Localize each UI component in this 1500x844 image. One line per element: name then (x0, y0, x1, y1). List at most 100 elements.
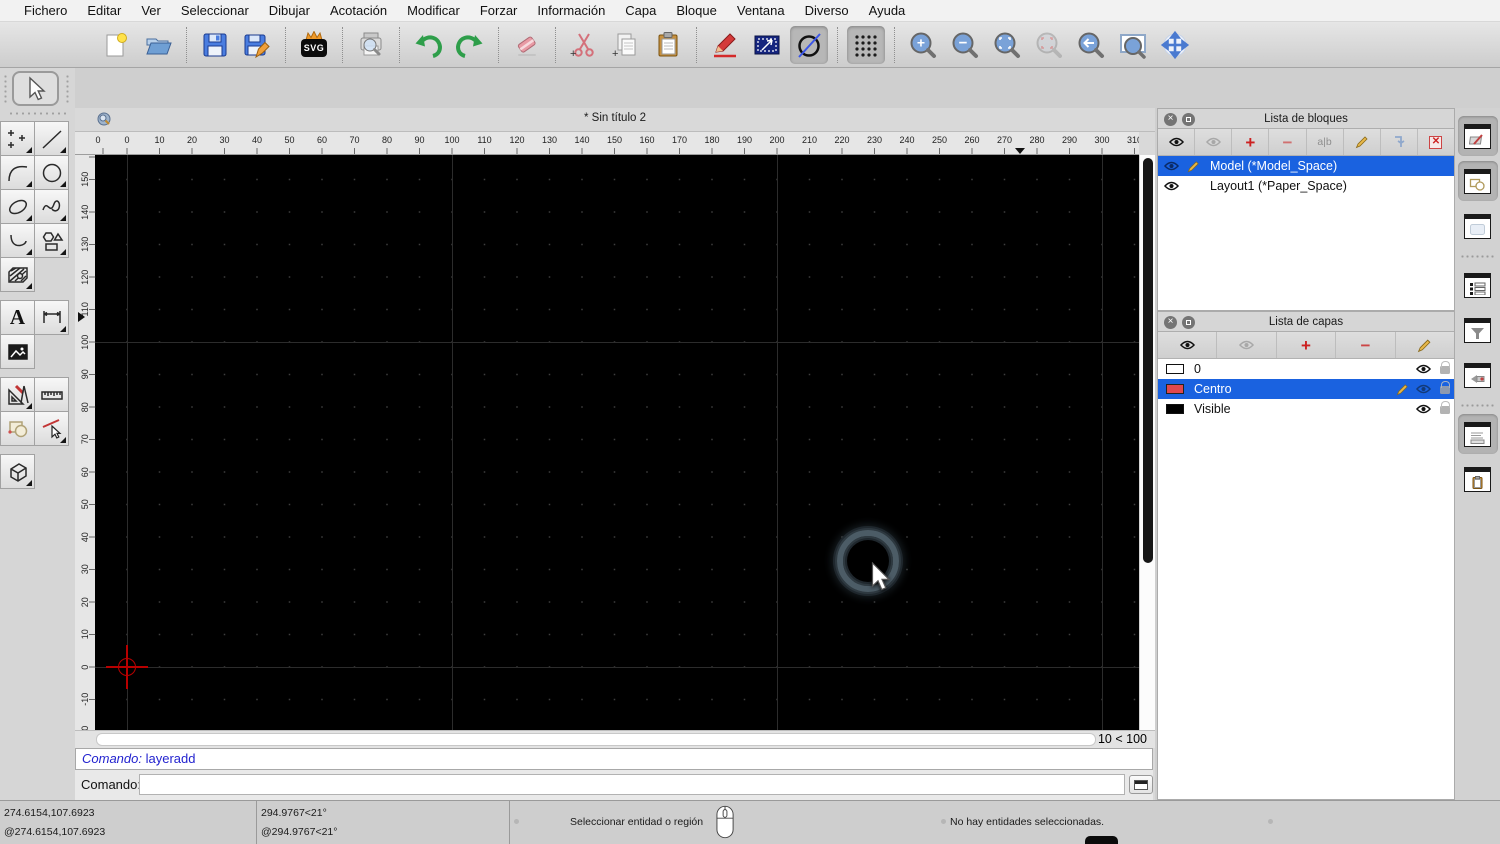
pencil-icon[interactable] (1187, 160, 1200, 173)
redo-button[interactable] (451, 26, 489, 64)
image-tool-button[interactable] (0, 334, 35, 369)
undo-button[interactable] (409, 26, 447, 64)
blank-dock-toggle[interactable] (1458, 206, 1498, 246)
block-row[interactable]: Model (*Model_Space) (1158, 156, 1454, 176)
layer-color-swatch[interactable] (1166, 404, 1184, 414)
spline-tool-button[interactable] (34, 189, 69, 224)
lock-icon[interactable] (1440, 381, 1451, 394)
selection-filter-dock-toggle[interactable] (1458, 310, 1498, 350)
layer-color-swatch[interactable] (1166, 364, 1184, 374)
eye-icon[interactable] (1416, 384, 1431, 394)
select-tool-button[interactable] (12, 71, 59, 106)
drawing-canvas[interactable] (95, 155, 1139, 730)
copy-button[interactable]: + (607, 26, 645, 64)
lock-icon[interactable] (1440, 361, 1451, 374)
new-file-button[interactable] (97, 26, 135, 64)
zoom-auto-button[interactable] (988, 26, 1026, 64)
hide-all-blocks-button[interactable] (1195, 129, 1233, 155)
eye-icon[interactable] (1416, 404, 1431, 414)
save-as-button[interactable] (238, 26, 276, 64)
menu-item[interactable]: Ver (131, 0, 171, 22)
hatch-tool-button[interactable] (0, 257, 35, 292)
order-tool-button[interactable] (0, 411, 35, 446)
measure-tool-button[interactable] (34, 377, 69, 412)
pen-button[interactable] (706, 26, 744, 64)
show-all-layers-button[interactable] (1158, 332, 1218, 358)
horizontal-scrollbar-thumb[interactable] (96, 733, 1096, 746)
clipboard-dock-toggle[interactable] (1458, 459, 1498, 499)
block-list-dock-toggle[interactable] (1457, 116, 1498, 156)
polyline-tool-button[interactable] (0, 223, 35, 258)
vertical-scrollbar-thumb[interactable] (1143, 158, 1153, 563)
command-line-dock-toggle[interactable] (1457, 414, 1498, 454)
lock-icon[interactable] (1440, 401, 1451, 414)
eye-icon[interactable] (1164, 161, 1179, 171)
menu-item[interactable]: Ayuda (859, 0, 916, 22)
pencil-icon[interactable] (1396, 383, 1409, 396)
zoom-window-button[interactable] (1114, 26, 1152, 64)
close-icon[interactable]: × (1164, 112, 1177, 126)
text-tool-button[interactable]: A (0, 300, 35, 335)
line-tool-button[interactable] (34, 121, 69, 156)
save-button[interactable] (196, 26, 234, 64)
close-icon[interactable]: × (1164, 315, 1177, 329)
dimension-tool-button[interactable] (34, 300, 69, 335)
vertical-scrollbar[interactable] (1139, 155, 1155, 730)
layer-color-swatch[interactable] (1166, 384, 1184, 394)
layer-row[interactable]: Visible (1158, 399, 1454, 419)
polygon-tool-button[interactable] (34, 223, 69, 258)
menu-item[interactable]: Editar (77, 0, 131, 22)
eye-icon[interactable] (1416, 364, 1431, 374)
insert-block-button[interactable] (1381, 129, 1418, 155)
cut-button[interactable]: + (565, 26, 603, 64)
zoom-in-button[interactable]: + (904, 26, 942, 64)
menu-item[interactable]: Acotación (320, 0, 397, 22)
remove-layer-button[interactable]: − (1336, 332, 1396, 358)
block-row[interactable]: Layout1 (*Paper_Space) (1158, 176, 1454, 196)
horizontal-scrollbar[interactable]: 10 < 100 (75, 730, 1155, 748)
edit-block-button[interactable] (1344, 129, 1381, 155)
library-browser-dock-toggle[interactable] (1457, 161, 1498, 201)
print-preview-button[interactable] (352, 26, 390, 64)
add-layer-button[interactable]: + (1277, 332, 1337, 358)
menu-item[interactable]: Seleccionar (171, 0, 259, 22)
open-file-button[interactable] (139, 26, 177, 64)
menu-item[interactable]: Forzar (470, 0, 528, 22)
3d-box-tool-button[interactable] (0, 454, 35, 489)
menu-item[interactable]: Bloque (666, 0, 726, 22)
eye-icon[interactable] (1164, 181, 1179, 191)
layer-row[interactable]: 0 (1158, 359, 1454, 379)
menu-item[interactable]: Fichero (14, 0, 77, 22)
draft-mode-button[interactable] (790, 25, 828, 64)
rename-block-button[interactable]: a|b (1307, 129, 1344, 155)
zoom-previous-button[interactable] (1030, 26, 1068, 64)
attributes-tool-button[interactable] (34, 411, 69, 446)
zoom-back-button[interactable] (1072, 26, 1110, 64)
ellipse-tool-button[interactable] (0, 189, 35, 224)
modify-layer-button[interactable] (1396, 332, 1454, 358)
selection-window-button[interactable] (748, 26, 786, 64)
points-tool-button[interactable] (0, 121, 35, 156)
delete-block-button[interactable]: ✕ (1418, 129, 1454, 155)
arc-tool-button[interactable] (0, 155, 35, 190)
modify-tool-button[interactable] (0, 377, 35, 412)
remove-block-button[interactable]: − (1269, 129, 1307, 155)
menu-item[interactable]: Información (527, 0, 615, 22)
add-block-button[interactable]: + (1232, 129, 1270, 155)
menu-item[interactable]: Diverso (795, 0, 859, 22)
menu-item[interactable]: Ventana (727, 0, 795, 22)
delete-button[interactable] (508, 26, 546, 64)
layer-row[interactable]: Centro (1158, 379, 1454, 399)
paste-button[interactable] (649, 26, 687, 64)
layer-list-dock-toggle[interactable] (1458, 265, 1498, 305)
pan-button[interactable] (1156, 26, 1194, 64)
circle-tool-button[interactable] (34, 155, 69, 190)
svg-export-button[interactable]: SVG (295, 26, 333, 64)
menu-item[interactable]: Dibujar (259, 0, 320, 22)
command-input[interactable] (139, 774, 1125, 795)
float-icon[interactable] (1182, 315, 1195, 329)
command-detach-button[interactable] (1129, 775, 1153, 794)
hide-all-layers-button[interactable] (1217, 332, 1277, 358)
zoom-out-button[interactable]: − (946, 26, 984, 64)
pen-palette-dock-toggle[interactable] (1458, 355, 1498, 395)
